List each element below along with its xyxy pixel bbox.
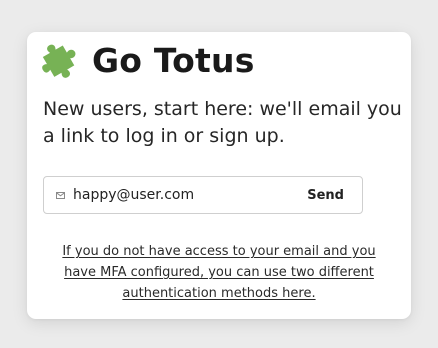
brand-header: Go Totus xyxy=(39,40,255,82)
login-card: Go Totus New users, start here: we'll em… xyxy=(27,32,411,319)
app-title: Go Totus xyxy=(92,41,255,80)
mail-icon xyxy=(56,191,65,199)
puzzle-piece-icon xyxy=(42,44,76,78)
send-button[interactable]: Send xyxy=(307,188,344,203)
mfa-alternative-link[interactable]: If you do not have access to your email … xyxy=(47,241,391,304)
email-login-form: Send xyxy=(43,176,363,214)
email-input[interactable] xyxy=(73,180,308,210)
intro-text: New users, start here: we'll email you a… xyxy=(43,98,402,147)
